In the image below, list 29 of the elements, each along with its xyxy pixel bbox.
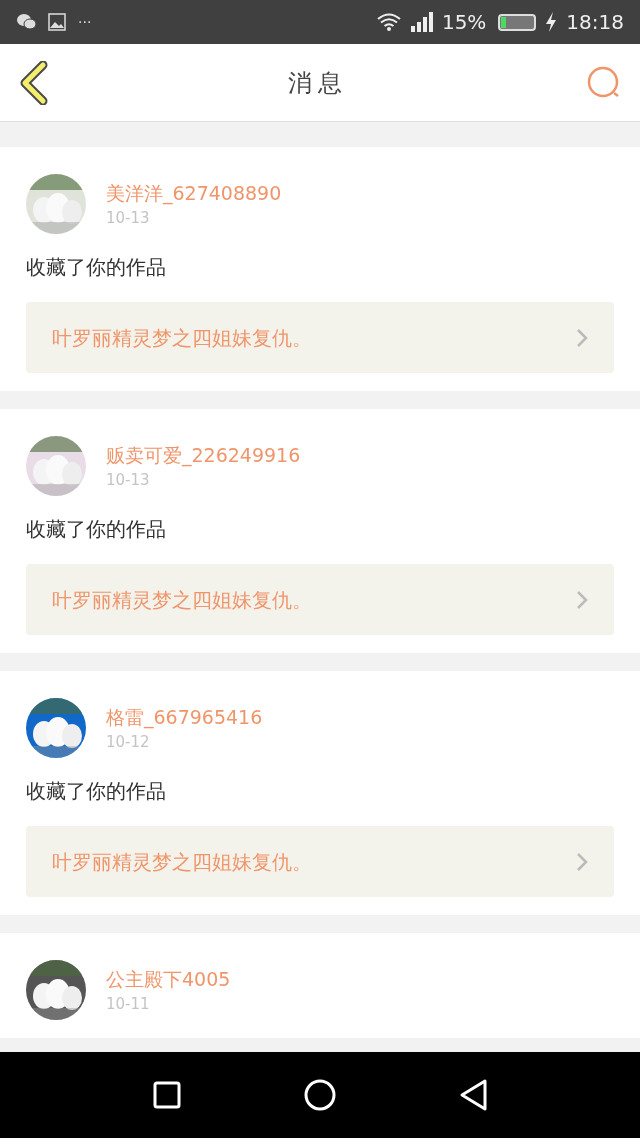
user-name[interactable]: 公主殿下4005 — [106, 965, 231, 993]
message-date: 10-13 — [106, 470, 151, 491]
back-icon — [19, 60, 49, 105]
user-name[interactable]: 贩卖可爱_226249916 — [106, 441, 301, 469]
clock: 18:18 — [566, 9, 624, 36]
battery-percent: 15% — [441, 9, 487, 36]
image-icon — [48, 13, 66, 31]
user-name[interactable]: 美洋洋_627408890 — [106, 179, 282, 207]
message-text: 收藏了你的作品 — [26, 516, 167, 542]
message-text: 收藏了你的作品 — [26, 254, 167, 280]
user-name[interactable]: 格雷_667965416 — [106, 703, 263, 731]
message-date: 10-11 — [106, 994, 151, 1015]
page-title: 消息 — [288, 67, 348, 99]
wifi-icon — [375, 12, 402, 32]
work-link[interactable]: 叶罗丽精灵梦之四姐妹复仇。 — [26, 302, 614, 373]
message-date: 10-12 — [106, 732, 151, 753]
charging-icon — [544, 11, 559, 33]
triangle-icon — [458, 1078, 489, 1112]
more-indicator: ··· — [78, 13, 92, 32]
chevron-right-icon — [576, 327, 588, 348]
chevron-right-icon — [576, 851, 588, 872]
chevron-right-icon — [576, 589, 588, 610]
message-text: 收藏了你的作品 — [26, 778, 167, 804]
chat-icon — [16, 13, 36, 31]
circle-icon — [304, 1079, 336, 1111]
work-link[interactable]: 叶罗丽精灵梦之四姐妹复仇。 — [26, 826, 614, 897]
message-date: 10-13 — [106, 208, 151, 229]
square-icon — [152, 1081, 181, 1109]
work-link[interactable]: 叶罗丽精灵梦之四姐妹复仇。 — [26, 564, 614, 635]
